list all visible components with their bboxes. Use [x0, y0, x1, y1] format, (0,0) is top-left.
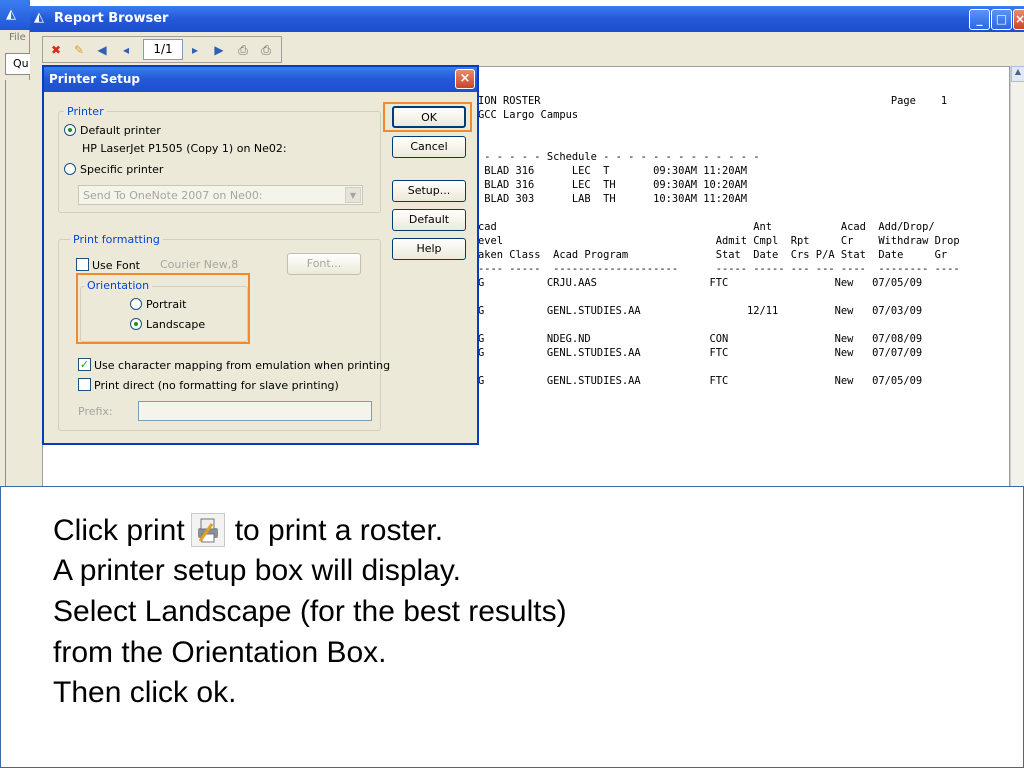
- app-icon: ◭: [34, 10, 44, 25]
- font-name: Courier New,8: [160, 258, 239, 271]
- orientation-highlight: [76, 273, 250, 344]
- specific-printer-radio[interactable]: [64, 163, 76, 175]
- specific-printer-value: Send To OneNote 2007 on Ne00:: [83, 189, 263, 202]
- print-icon: [190, 513, 225, 547]
- report-line: ---- ----- -------------------- ----- --…: [478, 263, 960, 275]
- use-font-label: Use Font: [92, 259, 140, 272]
- specific-printer-select[interactable]: Send To OneNote 2007 on Ne00: ▼: [78, 185, 363, 205]
- cancel-button[interactable]: Cancel: [392, 136, 466, 158]
- last-page-icon[interactable]: ▶: [210, 41, 228, 59]
- next-page-icon[interactable]: ▸: [186, 41, 204, 59]
- instruction-line-1-end: to print a roster.: [234, 514, 444, 547]
- default-printer-radio[interactable]: [64, 124, 76, 136]
- page-number-field[interactable]: 1/1: [143, 39, 183, 60]
- report-line: aken Class Acad Program Stat Date Crs P/…: [478, 249, 948, 261]
- report-line: G CRJU.AAS FTC New 07/05/09: [478, 277, 923, 289]
- open-folder-icon[interactable]: ✎: [70, 41, 88, 59]
- default-printer-name: HP LaserJet P1505 (Copy 1) on Ne02:: [82, 142, 287, 155]
- setup-button[interactable]: Setup...: [392, 180, 466, 202]
- report-toolbar: ✖ ✎ ◀ ◂ 1/1 ▸ ▶ ⎙ ⎙: [42, 36, 282, 63]
- instruction-line-4: from the Orientation Box.: [53, 636, 387, 669]
- screen: { "back_window": {"file_menu": "File", "…: [0, 0, 1024, 768]
- dialog-titlebar: Printer Setup: [44, 67, 477, 92]
- report-browser-titlebar: ◭ Report Browser: [30, 6, 1024, 32]
- previous-page-icon[interactable]: ◂: [117, 41, 135, 59]
- background-window-body: [5, 80, 30, 490]
- vertical-scrollbar[interactable]: ▲: [1010, 66, 1024, 490]
- specific-printer-label: Specific printer: [80, 163, 164, 176]
- print-formatting-label: Print formatting: [70, 234, 163, 246]
- print-icon[interactable]: ⎙: [257, 41, 275, 59]
- report-line: BLAD 316 LEC TH 09:30AM 10:20AM: [478, 179, 747, 191]
- instruction-line-5: Then click ok.: [53, 676, 237, 709]
- query-tab[interactable]: Qu: [5, 53, 31, 75]
- report-line: GCC Largo Campus: [478, 109, 579, 121]
- report-line: G GENL.STUDIES.AA 12/11 New 07/03/09: [478, 305, 923, 317]
- print-direct-label: Print direct (no formatting for slave pr…: [94, 379, 339, 392]
- report-line: G GENL.STUDIES.AA FTC New 07/07/09: [478, 347, 923, 359]
- prefix-input[interactable]: [138, 401, 372, 421]
- printer-group-label: Printer: [64, 106, 107, 118]
- ok-highlight: [383, 102, 472, 132]
- instruction-line-2: A printer setup box will display.: [53, 554, 461, 587]
- chevron-down-icon: ▼: [345, 187, 361, 203]
- default-button[interactable]: Default: [392, 209, 466, 231]
- instruction-line-1-start: Click print: [53, 514, 185, 547]
- minimize-button[interactable]: _: [969, 9, 990, 30]
- scroll-up-icon[interactable]: ▲: [1011, 66, 1024, 82]
- print-setup-icon[interactable]: ⎙: [234, 41, 252, 59]
- close-report-icon[interactable]: ✖: [47, 41, 65, 59]
- instruction-line-1: Click print to print a roster.: [53, 513, 443, 548]
- default-printer-label: Default printer: [80, 124, 161, 137]
- file-menu[interactable]: File: [9, 32, 26, 43]
- use-char-mapping-label: Use character mapping from emulation whe…: [94, 359, 391, 372]
- report-line: BLAD 316 LEC T 09:30AM 11:20AM: [478, 165, 747, 177]
- app-icon: ◭: [6, 7, 16, 22]
- prefix-label: Prefix:: [78, 405, 113, 418]
- instruction-panel: Click print to print a roster. A printer …: [0, 486, 1024, 768]
- report-browser-title: Report Browser: [54, 11, 169, 26]
- use-char-mapping-checkbox[interactable]: ✓: [78, 358, 91, 371]
- report-line: G NDEG.ND CON New 07/08/09: [478, 333, 923, 345]
- report-line: - - - - - Schedule - - - - - - - - - - -…: [478, 151, 760, 163]
- maximize-button[interactable]: □: [991, 9, 1012, 30]
- report-line: evel Admit Cmpl Rpt Cr Withdraw Drop: [478, 235, 960, 247]
- instruction-line-3: Select Landscape (for the best results): [53, 595, 567, 628]
- background-window-titlebar: ◭: [0, 0, 30, 30]
- report-line: ION ROSTER Page 1: [478, 95, 948, 107]
- report-line: G GENL.STUDIES.AA FTC New 07/05/09: [478, 375, 923, 387]
- window-close-button[interactable]: ×: [1013, 9, 1024, 30]
- printer-setup-dialog: Printer Setup × Printer Default printer …: [42, 65, 479, 445]
- dialog-close-icon[interactable]: ×: [455, 69, 475, 89]
- use-font-checkbox[interactable]: [76, 258, 89, 271]
- font-button[interactable]: Font...: [287, 253, 361, 275]
- first-page-icon[interactable]: ◀: [93, 41, 111, 59]
- report-line: cad Ant Acad Add/Drop/: [478, 221, 935, 233]
- report-line: BLAD 303 LAB TH 10:30AM 11:20AM: [478, 193, 747, 205]
- help-button[interactable]: Help: [392, 238, 466, 260]
- print-direct-checkbox[interactable]: [78, 378, 91, 391]
- background-window: ◭ File Qu: [0, 0, 31, 490]
